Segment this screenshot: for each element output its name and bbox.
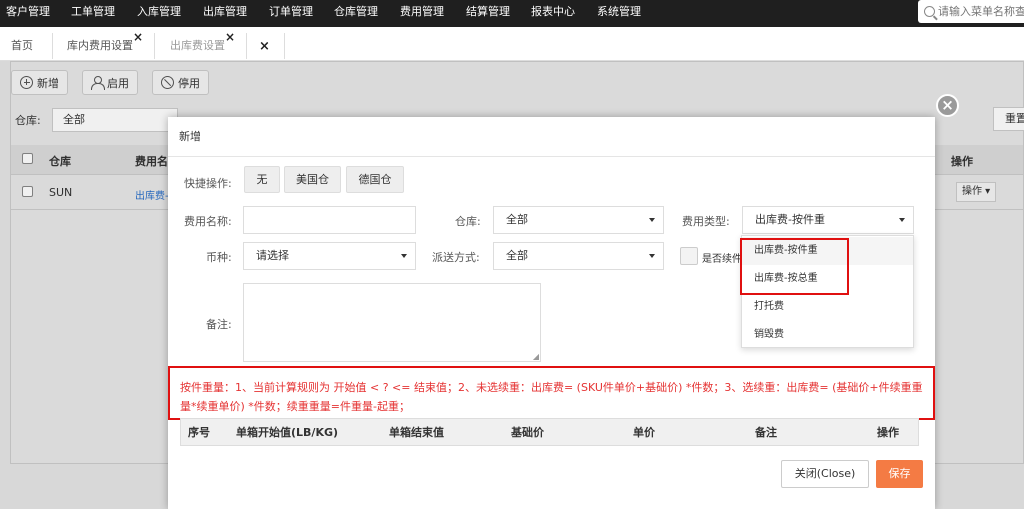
option-destroy-fee[interactable]: 销毁费	[742, 321, 913, 349]
tab-divider	[246, 33, 247, 59]
nav-orders[interactable]: 订单管理	[269, 0, 313, 27]
close-all-tabs-icon[interactable]: ×	[259, 27, 270, 61]
tab-home[interactable]: 首页	[11, 27, 33, 61]
fee-type-select[interactable]: 出库费-按件重	[742, 206, 914, 234]
delivery-select-value: 全部	[506, 249, 528, 262]
option-pallet-fee[interactable]: 打托费	[742, 293, 913, 321]
close-icon[interactable]: ×	[133, 18, 143, 56]
fee-table-header: 序号 单箱开始值(LB/KG) 单箱结束值 基础价 单价 备注 操作	[180, 418, 919, 446]
col-base-price: 基础价	[511, 426, 544, 439]
chevron-down-icon	[649, 254, 655, 258]
quick-none-button[interactable]: 无	[244, 166, 280, 193]
currency-select[interactable]: 请选择	[243, 242, 416, 270]
menu-search[interactable]	[918, 0, 1024, 23]
delivery-label: 派送方式:	[432, 251, 480, 264]
tab-outbound-fee[interactable]: 出库费设置 ×	[170, 27, 235, 61]
col-unit-price: 单价	[633, 426, 655, 439]
tab-inner-fee[interactable]: 库内费用设置 ×	[67, 27, 143, 61]
tab-divider	[284, 33, 285, 59]
col-start-value: 单箱开始值(LB/KG)	[236, 426, 339, 439]
chevron-down-icon	[899, 218, 905, 222]
chevron-down-icon	[649, 218, 655, 222]
search-icon	[924, 6, 935, 17]
nav-reports[interactable]: 报表中心	[531, 0, 575, 27]
menu-search-input[interactable]	[938, 5, 1024, 18]
highlight-box	[168, 366, 935, 420]
warehouse-label: 仓库:	[455, 215, 481, 228]
chevron-down-icon	[401, 254, 407, 258]
tab-divider	[154, 33, 155, 59]
continue-weight-checkbox[interactable]	[680, 247, 698, 265]
warehouse-select[interactable]: 全部	[493, 206, 664, 234]
tab-inner-fee-label: 库内费用设置	[67, 39, 133, 52]
delivery-select[interactable]: 全部	[493, 242, 664, 270]
nav-fees[interactable]: 费用管理	[400, 0, 444, 27]
tab-outbound-fee-label: 出库费设置	[170, 39, 225, 52]
nav-inbound[interactable]: 入库管理	[137, 0, 181, 27]
nav-workorder[interactable]: 工单管理	[71, 0, 115, 27]
close-modal-icon[interactable]: ×	[936, 94, 959, 117]
warehouse-select-value: 全部	[506, 213, 528, 226]
col-remark: 备注	[755, 426, 777, 439]
close-icon[interactable]: ×	[225, 18, 235, 56]
remark-textarea[interactable]: ◢	[243, 283, 541, 362]
col-end-value: 单箱结束值	[389, 426, 444, 439]
modal-title: 新增	[168, 117, 935, 157]
currency-select-value: 请选择	[256, 249, 289, 262]
fee-name-label: 费用名称:	[184, 215, 232, 228]
continue-weight-label: 是否续件	[702, 254, 742, 265]
nav-settlement[interactable]: 结算管理	[466, 0, 510, 27]
nav-customer[interactable]: 客户管理	[6, 0, 50, 27]
quick-action-label: 快捷操作:	[184, 177, 232, 190]
nav-warehouse[interactable]: 仓库管理	[334, 0, 378, 27]
tab-bar: 首页 库内费用设置 × 出库费设置 × ×	[0, 27, 1024, 61]
nav-system[interactable]: 系统管理	[597, 0, 641, 27]
col-action: 操作	[877, 426, 899, 439]
save-button[interactable]: 保存	[876, 460, 923, 488]
highlight-box	[740, 238, 849, 295]
close-button[interactable]: 关闭(Close)	[781, 460, 869, 488]
resize-handle-icon[interactable]: ◢	[533, 353, 539, 361]
fee-type-label: 费用类型:	[682, 215, 730, 228]
fee-type-select-value: 出库费-按件重	[755, 213, 825, 226]
tab-divider	[52, 33, 53, 59]
remark-label: 备注:	[206, 318, 232, 331]
currency-label: 币种:	[206, 251, 232, 264]
top-nav: 客户管理 工单管理 入库管理 出库管理 订单管理 仓库管理 费用管理 结算管理 …	[0, 0, 1024, 27]
quick-de-button[interactable]: 德国仓	[346, 166, 404, 193]
quick-us-button[interactable]: 美国仓	[284, 166, 341, 193]
fee-name-input[interactable]	[243, 206, 416, 234]
col-index: 序号	[188, 426, 210, 439]
